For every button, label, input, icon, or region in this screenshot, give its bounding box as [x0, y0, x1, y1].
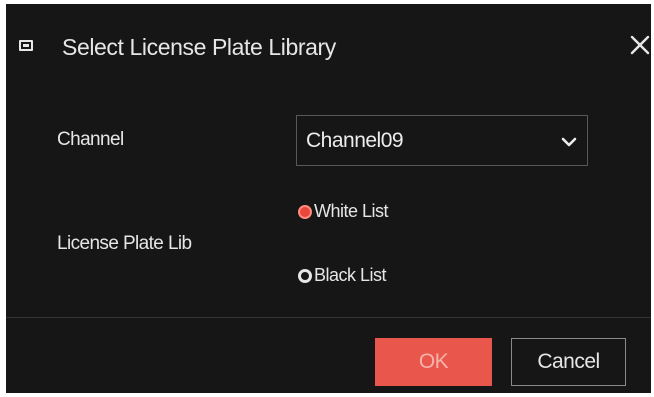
- dialog-title: Select License Plate Library: [62, 34, 336, 60]
- cancel-button[interactable]: Cancel: [511, 338, 626, 386]
- license-plate-lib-label: License Plate Lib: [57, 233, 192, 254]
- channel-select[interactable]: Channel09: [296, 115, 588, 166]
- radio-checked-icon: [298, 205, 312, 219]
- radio-unchecked-icon: [298, 269, 312, 283]
- radio-white-list-label: White List: [314, 201, 389, 221]
- ok-button[interactable]: OK: [375, 338, 492, 386]
- close-icon[interactable]: [628, 32, 651, 58]
- channel-label: Channel: [57, 129, 124, 150]
- chevron-down-icon: [561, 135, 577, 147]
- select-license-plate-library-dialog: Select License Plate Library Channel Cha…: [6, 4, 651, 393]
- library-icon: [19, 40, 33, 51]
- dialog-titlebar: Select License Plate Library: [6, 4, 651, 82]
- close-icon-glyph: [630, 35, 650, 55]
- radio-black-list-label: Black List: [314, 265, 387, 285]
- channel-selected-value: Channel09: [306, 129, 404, 152]
- footer-divider: [6, 317, 651, 318]
